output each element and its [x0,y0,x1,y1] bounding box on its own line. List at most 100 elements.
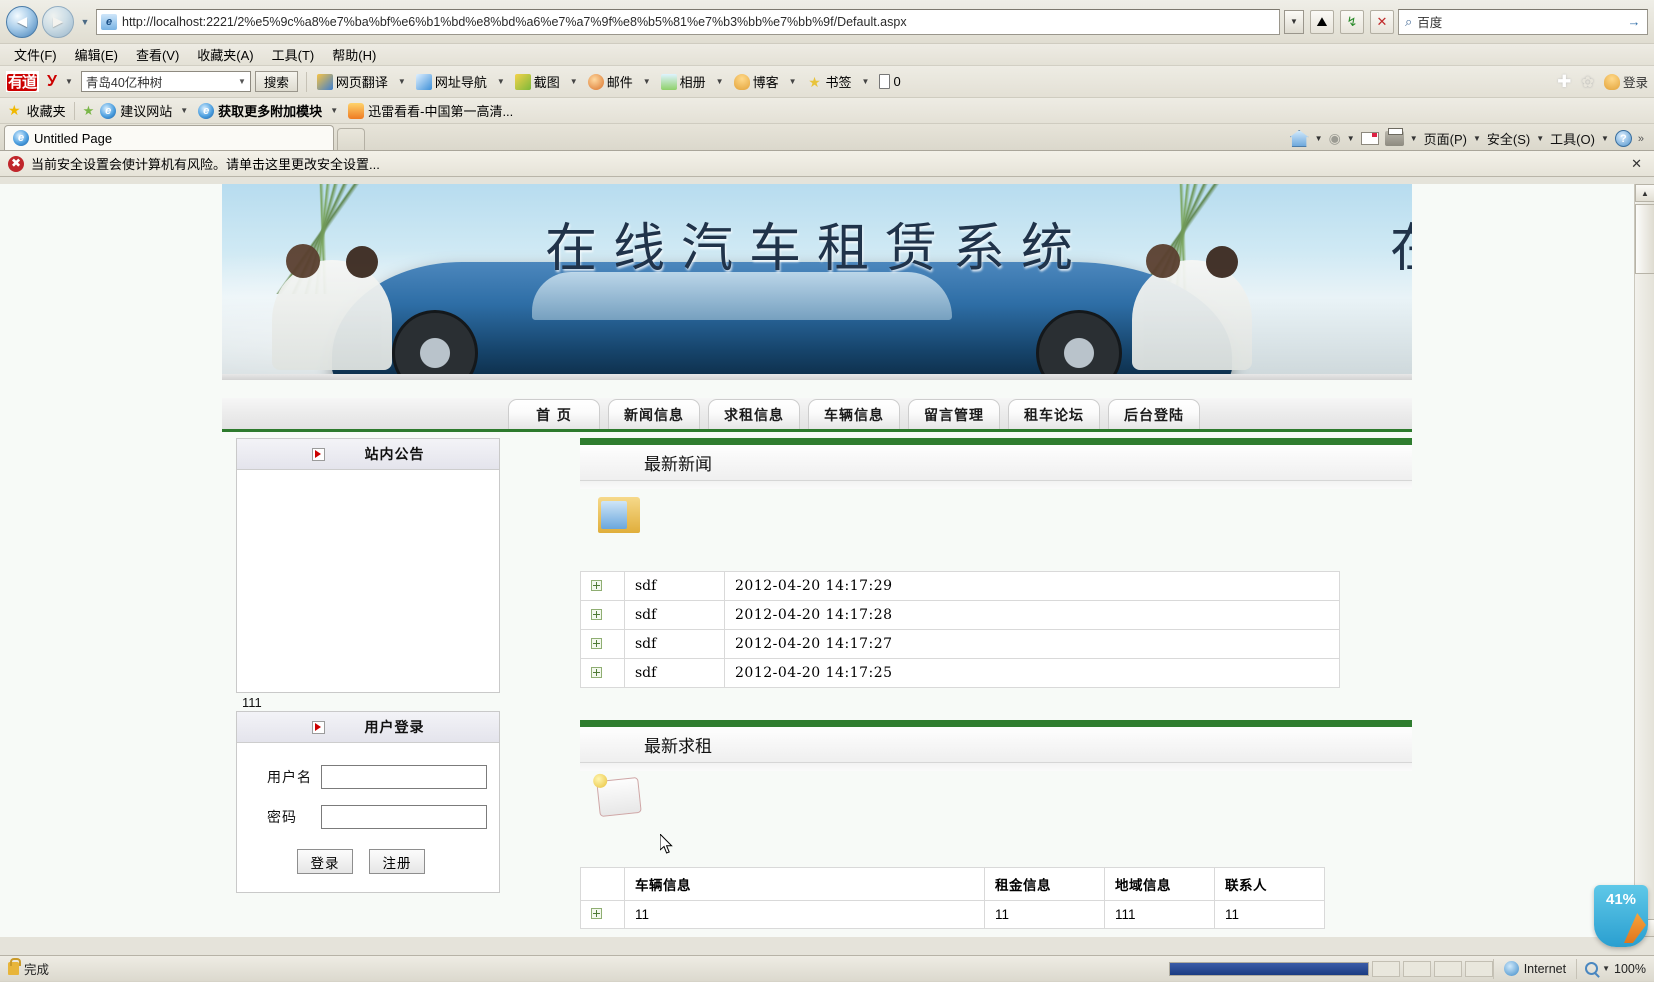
register-button[interactable]: 注册 [369,849,425,874]
youdao-counter[interactable]: 0 [877,74,902,89]
zoom-level-cell[interactable]: ▼ 100% [1577,962,1654,976]
menu-edit[interactable]: 编辑(E) [67,43,126,66]
gear-icon[interactable]: ✿ [1581,73,1594,91]
menu-favorites[interactable]: 收藏夹(A) [189,43,261,66]
youdao-search-input[interactable]: 青岛40亿种树 ▼ [80,71,251,92]
news-title-cell[interactable]: sdf [624,600,725,630]
scrollbar-thumb[interactable] [1635,204,1654,274]
youdao-y-icon[interactable]: У [47,73,57,91]
search-go-button[interactable]: → [1621,10,1647,34]
password-input[interactable] [321,805,487,829]
youdao-login-button[interactable]: 登录 [1603,72,1648,91]
nav-item-messages[interactable]: 留言管理 [908,399,1000,429]
youdao-item-navigation[interactable]: 网址导航 [414,72,489,91]
home-icon[interactable] [1289,130,1309,147]
caret-icon[interactable]: ▼ [180,106,188,115]
nav-item-rent-req[interactable]: 求租信息 [708,399,800,429]
new-tab-button[interactable] [337,128,365,150]
caret-icon[interactable]: ▼ [1473,134,1481,143]
login-submit-button[interactable]: 登录 [297,849,353,874]
nav-item-home[interactable]: 首 页 [508,399,600,429]
table-row[interactable]: 11 11 111 11 [580,900,1325,929]
youdao-item-blog[interactable]: 博客 [732,72,781,91]
security-message[interactable]: 当前安全设置会使计算机有风险。请单击这里更改安全设置... [31,154,380,173]
youdao-logo[interactable]: 有道 [6,71,40,92]
caret-icon[interactable]: ▼ [1347,134,1355,143]
menu-file[interactable]: 文件(F) [6,43,65,66]
back-button[interactable]: ◄ [6,5,38,38]
mail-icon[interactable] [1360,132,1379,145]
youdao-item-translate[interactable]: 网页翻译 [315,72,390,91]
nav-item-vehicles[interactable]: 车辆信息 [808,399,900,429]
expand-cell[interactable] [580,571,625,601]
expand-cell[interactable] [580,629,625,659]
security-zone-cell[interactable]: Internet [1494,961,1576,976]
table-row[interactable]: sdf 2012-04-20 14:17:28 [580,600,1340,630]
nav-item-forum[interactable]: 租车论坛 [1008,399,1100,429]
caret-icon[interactable]: ▼ [862,77,870,86]
help-icon[interactable]: ? [1614,130,1632,147]
rss-icon[interactable]: ◉ [1329,130,1341,147]
command-item-safety[interactable]: 安全(S) [1487,129,1530,148]
print-icon[interactable] [1384,128,1404,146]
stop-button[interactable]: ✕ [1370,9,1394,34]
caret-icon[interactable]: ▼ [643,77,651,86]
nav-item-news[interactable]: 新闻信息 [608,399,700,429]
expand-cell[interactable] [580,600,625,630]
youdao-item-screenshot[interactable]: 截图 [513,72,562,91]
caret-icon[interactable]: ▼ [398,77,406,86]
menu-tools[interactable]: 工具(T) [264,43,323,66]
page-scrollbar[interactable]: ▲ ▼ [1634,184,1654,937]
news-title-cell[interactable]: sdf [624,658,725,688]
compatibility-view-icon[interactable]: ⛰ [1310,9,1334,34]
address-dropdown-caret[interactable]: ▼ [1284,9,1304,34]
caret-icon[interactable]: ▼ [716,77,724,86]
table-row[interactable]: sdf 2012-04-20 14:17:27 [580,629,1340,659]
expand-icon[interactable] [591,637,602,649]
news-title-cell[interactable]: sdf [624,571,725,601]
caret-icon[interactable]: ▼ [1536,134,1544,143]
menu-help[interactable]: 帮助(H) [324,43,384,66]
favorites-item-suggested-sites[interactable]: e 建议网站 ▼ [100,101,192,120]
youdao-search-button[interactable]: 搜索 [254,71,298,92]
tab-untitled-page[interactable]: e Untitled Page [4,125,334,150]
command-item-tools[interactable]: 工具(O) [1550,129,1595,148]
news-title-cell[interactable]: sdf [624,629,725,659]
youdao-brand-caret[interactable]: ▼ [65,77,73,86]
search-box[interactable]: ⌕ 百度 → [1398,8,1648,35]
overflow-chevron-icon[interactable]: » [1638,133,1644,145]
youdao-item-mail[interactable]: 邮件 [586,72,635,91]
table-row[interactable]: sdf 2012-04-20 14:17:29 [580,571,1340,601]
youdao-item-bookmark[interactable]: ★ 书签 [805,72,854,91]
recent-pages-caret[interactable]: ▼ [78,17,92,27]
table-row[interactable]: sdf 2012-04-20 14:17:25 [580,658,1340,688]
address-bar[interactable]: e http://localhost:2221/2%e5%9c%a8%e7%ba… [96,8,1280,35]
youdao-history-caret[interactable]: ▼ [238,77,246,86]
close-icon[interactable]: ✕ [1631,156,1646,172]
expand-icon[interactable] [591,608,602,620]
favorites-item-xunlei[interactable]: 迅雷看看-中国第一高清... [348,101,513,120]
caret-icon[interactable]: ▼ [789,77,797,86]
caret-icon[interactable]: ▼ [330,106,338,115]
caret-icon[interactable]: ▼ [1601,134,1609,143]
caret-icon[interactable]: ▼ [570,77,578,86]
username-input[interactable] [321,765,487,789]
caret-icon[interactable]: ▼ [1315,134,1323,143]
expand-icon[interactable] [591,666,602,678]
command-item-page[interactable]: 页面(P) [1424,129,1467,148]
add-to-favorites-icon[interactable]: ★ [83,103,95,119]
caret-icon[interactable]: ▼ [497,77,505,86]
youdao-item-album[interactable]: 相册 [659,72,708,91]
favorites-label[interactable]: 收藏夹 [27,101,66,120]
expand-icon[interactable] [591,579,602,591]
add-icon[interactable]: ✚ [1557,72,1571,92]
favorites-item-get-addons[interactable]: e 获取更多附加模块 ▼ [198,101,342,120]
refresh-button[interactable]: ↯ [1340,9,1364,34]
caret-icon[interactable]: ▼ [1410,134,1418,143]
expand-cell[interactable] [580,900,625,929]
expand-icon[interactable] [591,908,602,919]
nav-item-admin[interactable]: 后台登陆 [1108,399,1200,429]
scroll-up-arrow-icon[interactable]: ▲ [1635,184,1654,202]
caret-icon[interactable]: ▼ [1602,964,1610,973]
menu-view[interactable]: 查看(V) [128,43,187,66]
